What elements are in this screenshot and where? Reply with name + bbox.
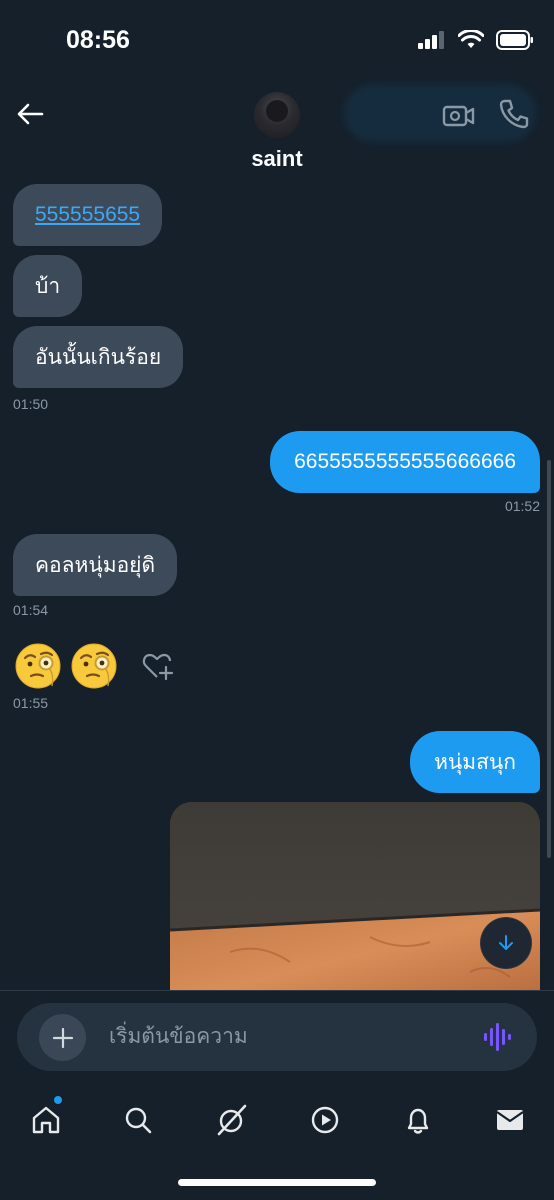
tab-notifications[interactable]	[398, 1100, 438, 1140]
message-text: หนุ่มสนุก	[434, 750, 516, 774]
tab-video[interactable]	[305, 1100, 345, 1140]
message-input[interactable]	[109, 1017, 469, 1057]
status-bar: 08:56	[0, 0, 554, 80]
message-text: อันนั้นเกินร้อย	[35, 345, 162, 369]
video-camera-icon	[442, 105, 475, 127]
message-list[interactable]: 555555655 บ้า อันนั้นเกินร้อย 01:50 6655…	[0, 180, 554, 990]
image-attachment[interactable]	[170, 802, 540, 990]
home-icon	[32, 1106, 60, 1134]
tab-messages[interactable]	[490, 1100, 530, 1140]
conversation-header: saint	[0, 80, 554, 180]
message-timestamp: 01:54	[13, 602, 49, 618]
cellular-signal-icon	[418, 31, 444, 49]
message-text: 6655555555555666666	[294, 450, 516, 473]
battery-icon	[496, 30, 533, 50]
add-reaction-icon[interactable]	[140, 649, 174, 683]
status-time: 08:56	[66, 26, 130, 54]
message-bubble-incoming[interactable]: 555555655	[13, 184, 163, 246]
wifi-icon	[458, 30, 484, 48]
voice-call-button[interactable]	[496, 96, 532, 132]
photo-attachment	[170, 802, 540, 990]
message-timestamp: 01:52	[504, 498, 540, 514]
scroll-to-bottom-button[interactable]	[481, 918, 531, 968]
plus-icon	[52, 1027, 73, 1048]
home-indicator	[178, 1179, 376, 1186]
grok-icon	[217, 1104, 247, 1136]
bell-icon	[407, 1108, 429, 1134]
message-text: คอลหนุ่มอยุ่ดิ	[35, 553, 156, 577]
tab-home[interactable]	[26, 1100, 66, 1140]
tab-search[interactable]	[118, 1100, 158, 1140]
search-icon	[125, 1107, 152, 1134]
message-link[interactable]: 555555655	[35, 203, 140, 227]
message-bubble-outgoing[interactable]: หนุ่มสนุก	[410, 731, 540, 793]
message-bubble-incoming[interactable]: คอลหนุ่มอยุ่ดิ	[13, 534, 178, 596]
contact-avatar[interactable]	[254, 92, 300, 138]
tab-grok[interactable]	[212, 1100, 252, 1140]
voice-message-icon[interactable]	[483, 1023, 513, 1051]
mail-icon	[496, 1110, 524, 1130]
arrow-left-icon	[17, 103, 44, 125]
message-timestamp: 01:55	[13, 695, 49, 711]
face-with-monocle-icon	[71, 643, 117, 689]
phone-icon	[499, 99, 529, 129]
composer-bar	[0, 990, 554, 1084]
message-timestamp: 01:50	[13, 396, 49, 412]
video-call-button[interactable]	[440, 98, 476, 134]
arrow-down-icon	[499, 935, 513, 950]
message-bubble-incoming[interactable]: อันนั้นเกินร้อย	[13, 326, 184, 388]
message-bubble-incoming[interactable]: บ้า	[13, 255, 83, 317]
face-with-monocle-icon	[15, 643, 61, 689]
composer	[17, 1003, 537, 1071]
message-bubble-outgoing[interactable]: 6655555555555666666	[270, 431, 540, 493]
notification-dot	[54, 1096, 62, 1104]
status-icons	[418, 30, 534, 50]
bottom-tab-bar	[0, 1084, 554, 1200]
video-play-icon	[311, 1106, 339, 1134]
contact-name[interactable]: saint	[0, 146, 554, 172]
emoji-message[interactable]	[14, 642, 174, 690]
add-attachment-button[interactable]	[39, 1014, 86, 1061]
scrollbar[interactable]	[547, 460, 551, 858]
back-button[interactable]	[12, 96, 48, 132]
message-text: บ้า	[35, 274, 61, 298]
